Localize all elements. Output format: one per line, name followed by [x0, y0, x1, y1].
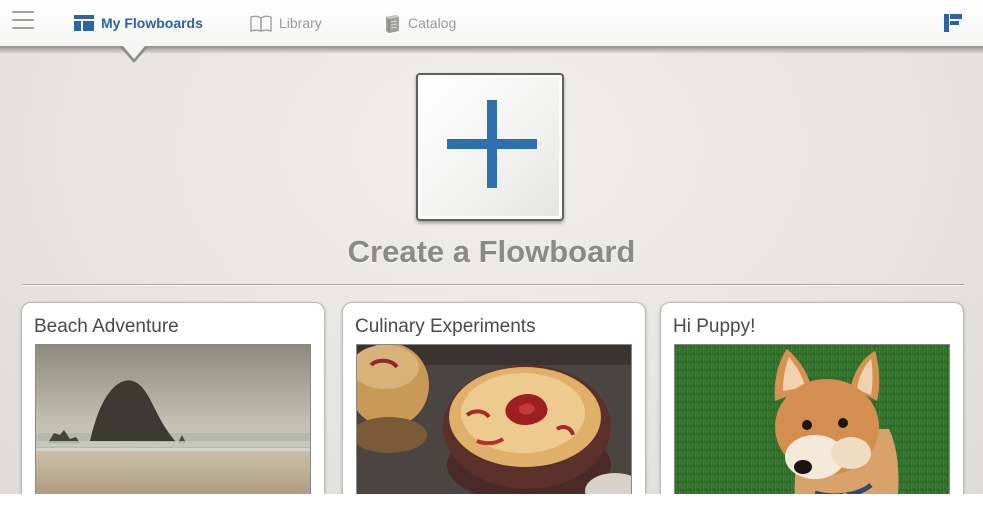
open-book-icon: [250, 15, 272, 32]
active-tab-pointer-inner: [123, 46, 145, 59]
top-nav-bar: My Flowboards Library Catalog: [0, 0, 983, 47]
flowboard-card-title: Hi Puppy!: [673, 316, 756, 337]
plus-icon-bar: [447, 139, 537, 149]
flowboard-card[interactable]: Beach Adventure: [21, 302, 325, 494]
tab-catalog[interactable]: Catalog: [384, 0, 456, 46]
beach-rock-photo[interactable]: [35, 344, 311, 494]
flowboards-icon: [74, 15, 94, 31]
hamburger-menu-icon[interactable]: [12, 11, 34, 31]
create-flowboard-button[interactable]: [416, 73, 564, 221]
section-divider: [22, 284, 964, 285]
flowboard-card[interactable]: Culinary Experiments: [342, 302, 646, 494]
shiba-puppy-photo[interactable]: [674, 344, 950, 494]
flowboard-card[interactable]: Hi Puppy!: [660, 302, 964, 494]
app-window: My Flowboards Library Catalog Create a F…: [0, 0, 983, 494]
flowboard-logo-icon[interactable]: [944, 14, 962, 32]
tab-library-label: Library: [279, 15, 322, 31]
flowboard-card-title: Culinary Experiments: [355, 316, 536, 337]
tab-library[interactable]: Library: [250, 0, 322, 46]
pie-photo[interactable]: [356, 344, 632, 494]
tab-my-flowboards-label: My Flowboards: [101, 15, 203, 31]
create-flowboard-title[interactable]: Create a Flowboard: [0, 234, 983, 270]
tab-my-flowboards[interactable]: My Flowboards: [74, 0, 203, 46]
flowboard-card-title: Beach Adventure: [34, 316, 179, 337]
tab-catalog-label: Catalog: [408, 15, 457, 31]
catalog-book-icon: [384, 14, 401, 33]
